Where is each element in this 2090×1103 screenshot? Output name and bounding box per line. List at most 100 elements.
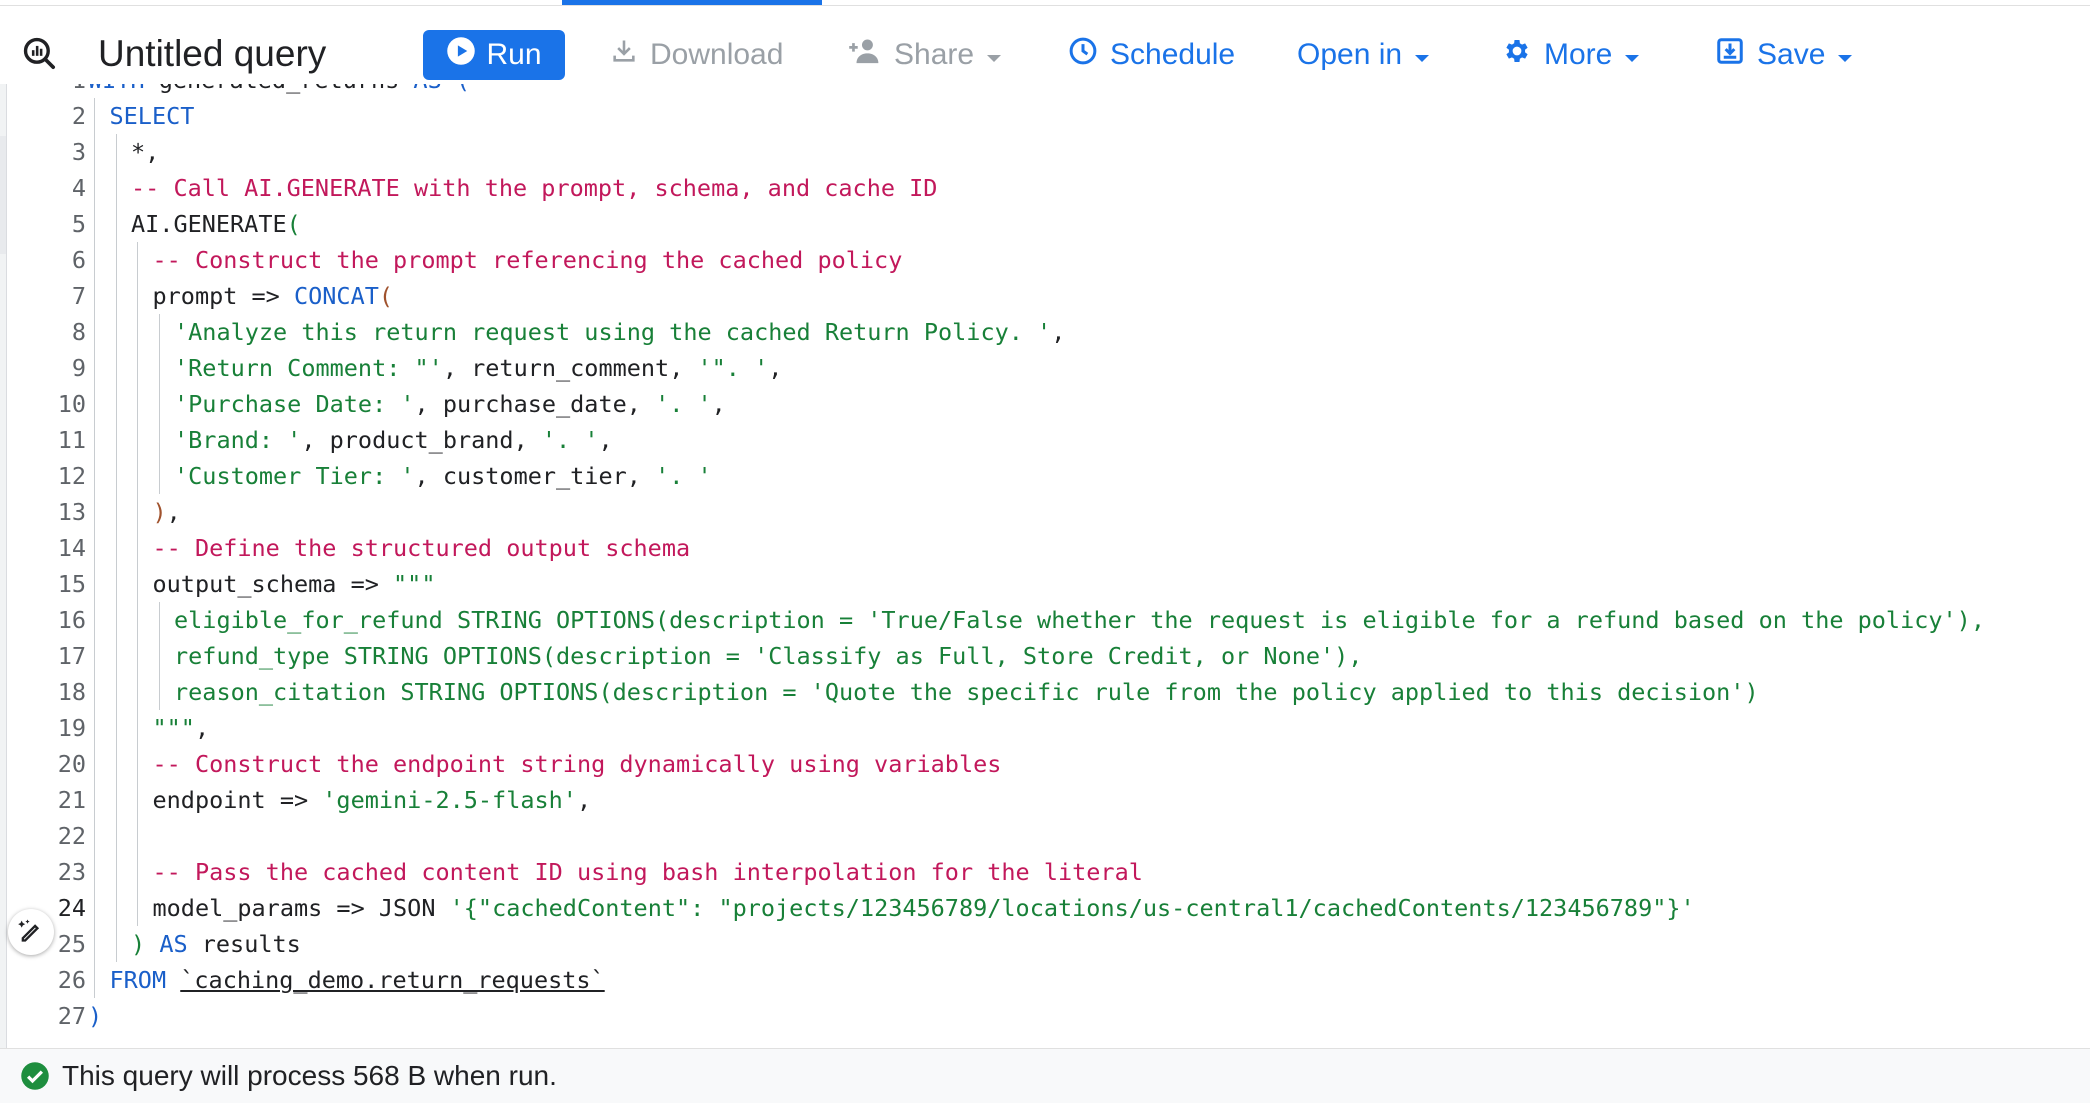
- code-token: *,: [131, 138, 160, 166]
- check-circle-icon: [20, 1061, 50, 1096]
- code-line[interactable]: 8 'Analyze this return request using the …: [8, 314, 2090, 350]
- code-line[interactable]: 24 model_params => JSON '{"cachedContent"…: [8, 890, 2090, 926]
- indent-guide: [115, 530, 117, 566]
- save-icon: [1715, 36, 1745, 74]
- code-line[interactable]: 20 -- Construct the endpoint string dynam…: [8, 746, 2090, 782]
- code-line[interactable]: 13),: [8, 494, 2090, 530]
- status-message: This query will process 568 B when run.: [62, 1060, 557, 1091]
- code-line[interactable]: 23 -- Pass the cached content ID using ba…: [8, 854, 2090, 890]
- code-line[interactable]: 4 -- Call AI.GENERATE with the prompt, sc…: [8, 170, 2090, 206]
- code-token: model_params => JSON: [152, 894, 450, 922]
- indent-guide: [94, 494, 95, 530]
- code-token: AS: [413, 84, 441, 94]
- code-token: -- Call AI.GENERATE with the prompt, sch…: [131, 174, 938, 202]
- indent-guide: [94, 926, 95, 962]
- code-line[interactable]: 12 'Customer Tier: ', customer_tier, '. ': [8, 458, 2090, 494]
- code-line[interactable]: 22: [8, 818, 2090, 854]
- indent-guide: [115, 278, 117, 314]
- run-label: Run: [486, 38, 542, 71]
- ai-assist-button[interactable]: [8, 909, 54, 955]
- code-line[interactable]: 6 -- Construct the prompt referencing the…: [8, 242, 2090, 278]
- code-token: -- Pass the cached content ID using bash…: [152, 858, 1143, 886]
- code-token: , return_comment,: [442, 354, 698, 382]
- schedule-label: Schedule: [1110, 38, 1236, 71]
- code-token: ): [88, 1002, 103, 1030]
- sql-editor[interactable]: 1WITH generated_returns AS (2SELECT3*, 4 -…: [8, 84, 2090, 1048]
- code-line[interactable]: 25) AS results: [8, 926, 2090, 962]
- code-line[interactable]: 1WITH generated_returns AS (: [8, 84, 2090, 98]
- indent-guide: [137, 242, 138, 278]
- indent-guide: [115, 134, 117, 170]
- share-button[interactable]: Share: [848, 30, 1002, 80]
- code-text: prompt => CONCAT(: [153, 278, 394, 314]
- indent-guide: [137, 746, 138, 782]
- code-token: 'Purchase Date: ': [174, 390, 415, 418]
- schedule-button[interactable]: Schedule: [1068, 30, 1235, 80]
- line-number: 8: [71, 318, 86, 346]
- line-number: 6: [71, 246, 86, 274]
- code-line[interactable]: 15 output_schema => """: [8, 566, 2090, 602]
- code-text: endpoint => 'gemini-2.5-flash',: [153, 782, 592, 818]
- indent-guide: [115, 170, 117, 206]
- save-button[interactable]: Save: [1715, 30, 1853, 80]
- download-button[interactable]: Download: [610, 30, 783, 80]
- code-text: 'Return Comment: "', return_comment, '".…: [174, 350, 782, 386]
- run-button[interactable]: Run: [423, 30, 565, 80]
- code-line[interactable]: 16 eligible_for_refund STRING OPTIONS(des…: [8, 602, 2090, 638]
- code-token: ,: [194, 714, 210, 742]
- code-line[interactable]: 11 'Brand: ', product_brand, '. ',: [8, 422, 2090, 458]
- indent-guide: [94, 206, 95, 242]
- code-line[interactable]: 3 *,: [8, 134, 2090, 170]
- code-line[interactable]: 19 """,: [8, 710, 2090, 746]
- code-token: '". ': [697, 354, 769, 382]
- code-token: -- Construct the endpoint string dynamic…: [152, 750, 1002, 778]
- indent-guide: [115, 710, 117, 746]
- active-tab-indicator: [562, 0, 822, 5]
- indent-guide: [115, 746, 117, 782]
- code-line[interactable]: 27): [8, 998, 2090, 1034]
- code-line[interactable]: 21 endpoint => 'gemini-2.5-flash',: [8, 782, 2090, 818]
- indent-guide: [137, 278, 138, 314]
- code-text: AI.GENERATE(: [131, 206, 301, 242]
- line-number: 26: [57, 966, 86, 994]
- line-number: 4: [71, 174, 86, 202]
- indent-guide: [94, 854, 95, 890]
- indent-guide: [94, 422, 95, 458]
- open-in-button[interactable]: Open in: [1297, 30, 1430, 80]
- more-button[interactable]: More: [1502, 30, 1640, 80]
- indent-guide: [137, 566, 138, 602]
- code-token: -- Define the structured output schema: [152, 534, 691, 562]
- code-line[interactable]: 14 -- Define the structured output schema: [8, 530, 2090, 566]
- code-line[interactable]: 18 reason_citation STRING OPTIONS(descrip…: [8, 674, 2090, 710]
- indent-guide: [137, 530, 138, 566]
- code-token: (: [456, 84, 470, 94]
- indent-guide: [94, 602, 95, 638]
- indent-guide: [94, 278, 95, 314]
- code-line[interactable]: 10 'Purchase Date: ', purchase_date, '. '…: [8, 386, 2090, 422]
- gear-icon: [1502, 36, 1532, 74]
- code-line[interactable]: 5 AI.GENERATE(: [8, 206, 2090, 242]
- indent-guide: [137, 854, 138, 890]
- code-text: ): [88, 998, 102, 1034]
- download-icon: [610, 37, 638, 73]
- ai-pencil-icon: [17, 916, 45, 949]
- code-line[interactable]: 26 FROM `caching_demo.return_requests`: [8, 962, 2090, 998]
- query-title[interactable]: Untitled query: [98, 32, 326, 76]
- code-line[interactable]: 7 prompt => CONCAT(: [8, 278, 2090, 314]
- indent-guide: [94, 314, 95, 350]
- code-token: , customer_tier,: [414, 462, 656, 490]
- indent-guide: [115, 638, 117, 674]
- download-label: Download: [650, 38, 784, 71]
- line-number: 14: [57, 534, 86, 562]
- code-line[interactable]: 2 SELECT: [8, 98, 2090, 134]
- code-text: reason_citation STRING OPTIONS(descripti…: [174, 674, 1759, 710]
- code-text: ) AS results: [131, 926, 301, 962]
- code-line[interactable]: 9 'Return Comment: "', return_comment, '"…: [8, 350, 2090, 386]
- code-text: 'Brand: ', product_brand, '. ',: [174, 422, 613, 458]
- code-line[interactable]: 17 refund_type STRING OPTIONS(description…: [8, 638, 2090, 674]
- indent-guide: [137, 782, 138, 818]
- code-token: '. ': [655, 462, 712, 490]
- indent-guide: [137, 494, 138, 530]
